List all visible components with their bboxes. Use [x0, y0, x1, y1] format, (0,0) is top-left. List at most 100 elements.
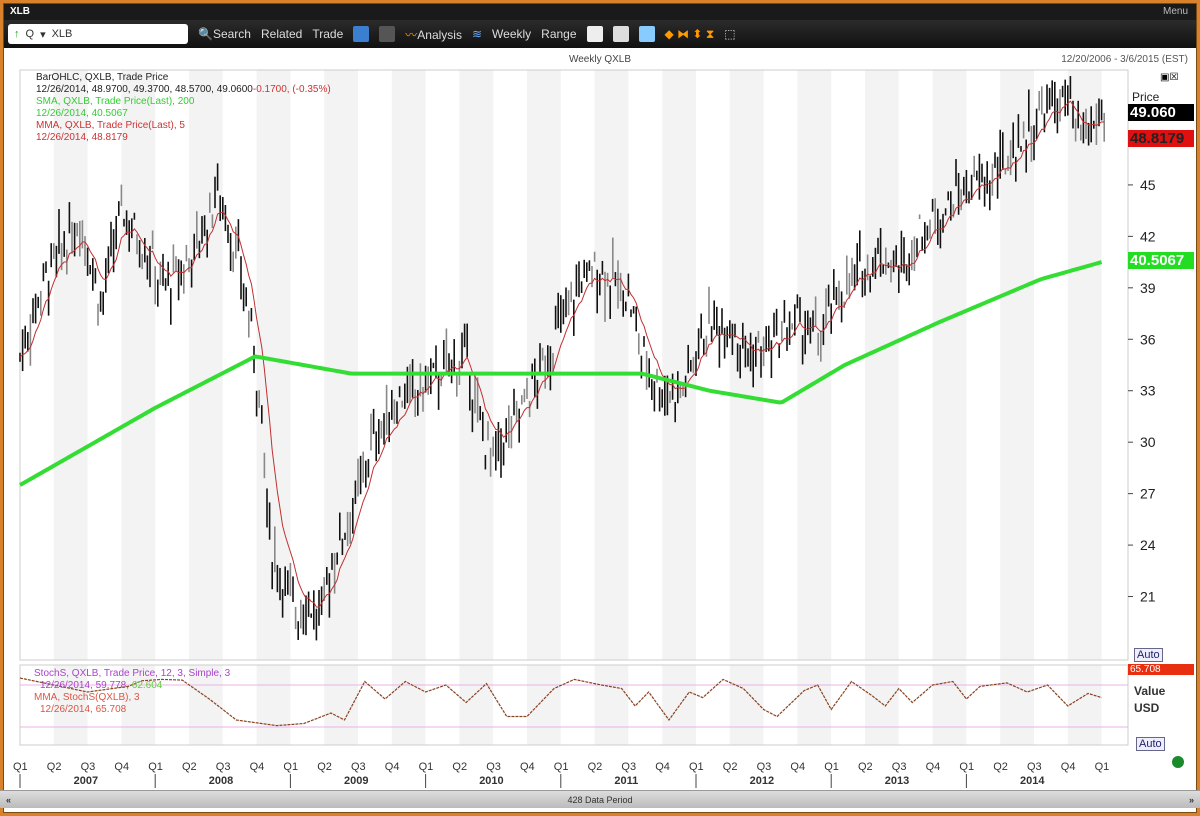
- quarter-band: [459, 70, 494, 660]
- x-tick-label: Q1: [824, 761, 839, 773]
- quarter-band: [932, 665, 967, 745]
- x-tick-label: Q1: [1095, 761, 1110, 773]
- y-tick-label: 42: [1140, 228, 1156, 244]
- x-tick-label: Q4: [520, 761, 535, 773]
- x-tick-label: Q2: [47, 761, 62, 773]
- x-tick-label: Q2: [858, 761, 873, 773]
- stoch-mma-value: 12/26/2014, 65.708: [40, 704, 127, 715]
- x-tick-label: Q3: [1027, 761, 1042, 773]
- quarter-band: [729, 70, 764, 660]
- quarter-band: [797, 665, 832, 745]
- quarter-band: [865, 665, 899, 745]
- year-label: 2010: [479, 775, 503, 787]
- stoch-legend-values: 12/26/2014, 59.778, 62.604: [34, 680, 230, 692]
- bar-legend-title: BarOHLC, QXLB, Trade Price: [36, 72, 169, 83]
- stoch-legend-title: StochS, QXLB, Trade Price, 12, 3, Simple…: [34, 668, 231, 679]
- quarter-band: [189, 70, 223, 660]
- value-axis-label: Value: [1134, 684, 1166, 698]
- y-tick-label: 21: [1140, 589, 1156, 605]
- quarter-band: [560, 665, 595, 745]
- currency-label: USD: [1134, 701, 1160, 715]
- horizontal-scrollbar[interactable]: « 428 Data Period »: [0, 790, 1200, 808]
- quarter-band: [1067, 70, 1102, 660]
- quarter-band: [797, 70, 832, 660]
- quarter-band: [493, 665, 527, 745]
- sma-legend-value: 12/26/2014, 40.5067: [36, 108, 128, 119]
- sma-price-tag: 40.5067: [1128, 252, 1194, 269]
- year-label: 2011: [614, 775, 638, 787]
- data-period-label: 428 Data Period: [567, 795, 633, 805]
- stoch-legend: StochS, QXLB, Trade Price, 12, 3, Simple…: [34, 668, 230, 716]
- status-indicator-icon: [1172, 756, 1184, 768]
- stoch-signal: 62.604: [131, 680, 163, 691]
- quarter-band: [256, 665, 291, 745]
- year-label: 2007: [74, 775, 98, 787]
- quarter-band: [966, 665, 1001, 745]
- quarter-band: [527, 665, 561, 745]
- bar-change: -0.1700, (-0.35%): [252, 84, 331, 95]
- x-tick-label: Q1: [13, 761, 28, 773]
- x-tick-label: Q2: [182, 761, 197, 773]
- y-tick-label: 30: [1140, 434, 1156, 450]
- x-tick-label: Q3: [486, 761, 501, 773]
- price-axis-label: Price: [1132, 90, 1160, 104]
- x-tick-label: Q3: [757, 761, 772, 773]
- scroll-left-icon[interactable]: «: [6, 791, 11, 809]
- quarter-band: [932, 70, 967, 660]
- quarter-band: [763, 665, 798, 745]
- y-tick-label: 27: [1140, 486, 1156, 502]
- year-label: 2012: [750, 775, 774, 787]
- x-tick-label: Q1: [689, 761, 704, 773]
- quarter-band: [1101, 665, 1136, 745]
- quarter-band: [391, 665, 426, 745]
- x-tick-label: Q2: [723, 761, 738, 773]
- stoch-auto-button[interactable]: Auto: [1136, 737, 1165, 751]
- x-tick-label: Q4: [114, 761, 129, 773]
- quarter-band: [358, 665, 392, 745]
- y-tick-label: 45: [1140, 177, 1156, 193]
- x-tick-label: Q3: [81, 761, 96, 773]
- y-tick-label: 36: [1140, 331, 1156, 347]
- year-label: 2014: [1020, 775, 1045, 787]
- scroll-right-icon[interactable]: »: [1189, 791, 1194, 809]
- quarter-band: [425, 665, 460, 745]
- quarter-band: [898, 665, 933, 745]
- quarter-band: [53, 70, 88, 660]
- x-tick-label: Q3: [621, 761, 636, 773]
- x-tick-label: Q4: [926, 761, 941, 773]
- stoch-mma-title: MMA, StochS(QXLB), 3: [34, 692, 140, 703]
- x-tick-label: Q2: [317, 761, 332, 773]
- quarter-band: [628, 665, 663, 745]
- price-legend: BarOHLC, QXLB, Trade Price 12/26/2014, 4…: [36, 72, 331, 144]
- close-icon[interactable]: ☒: [1169, 72, 1178, 83]
- stoch-values: 12/26/2014, 59.778,: [40, 680, 129, 691]
- year-label: 2008: [209, 775, 233, 787]
- stoch-value-tag: 65.708: [1128, 664, 1194, 675]
- quarter-band: [662, 665, 696, 745]
- panel-controls: ▣☒: [1160, 72, 1178, 83]
- quarter-band: [1034, 665, 1068, 745]
- year-label: 2009: [344, 775, 368, 787]
- x-tick-label: Q1: [959, 761, 974, 773]
- year-label: 2013: [885, 775, 909, 787]
- quarter-band: [1000, 665, 1034, 745]
- quarter-band: [831, 665, 865, 745]
- x-tick-label: Q4: [655, 761, 670, 773]
- price-auto-button[interactable]: Auto: [1134, 648, 1163, 662]
- x-tick-label: Q2: [993, 761, 1008, 773]
- x-tick-label: Q4: [250, 761, 265, 773]
- bar-values: 12/26/2014, 48.9700, 49.3700, 48.5700, 4…: [36, 84, 253, 95]
- quarter-band: [324, 70, 358, 660]
- x-tick-label: Q3: [216, 761, 231, 773]
- quarter-band: [290, 665, 325, 745]
- x-tick-label: Q3: [351, 761, 366, 773]
- x-tick-label: Q1: [554, 761, 569, 773]
- mma-legend-value: 12/26/2014, 48.8179: [36, 132, 128, 143]
- x-tick-label: Q4: [790, 761, 805, 773]
- quarter-band: [594, 70, 629, 660]
- quarter-band: [1000, 70, 1034, 660]
- quarter-band: [865, 70, 899, 660]
- mma-legend-title: MMA, QXLB, Trade Price(Last), 5: [36, 120, 185, 131]
- quarter-band: [121, 70, 156, 660]
- quarter-band: [594, 665, 629, 745]
